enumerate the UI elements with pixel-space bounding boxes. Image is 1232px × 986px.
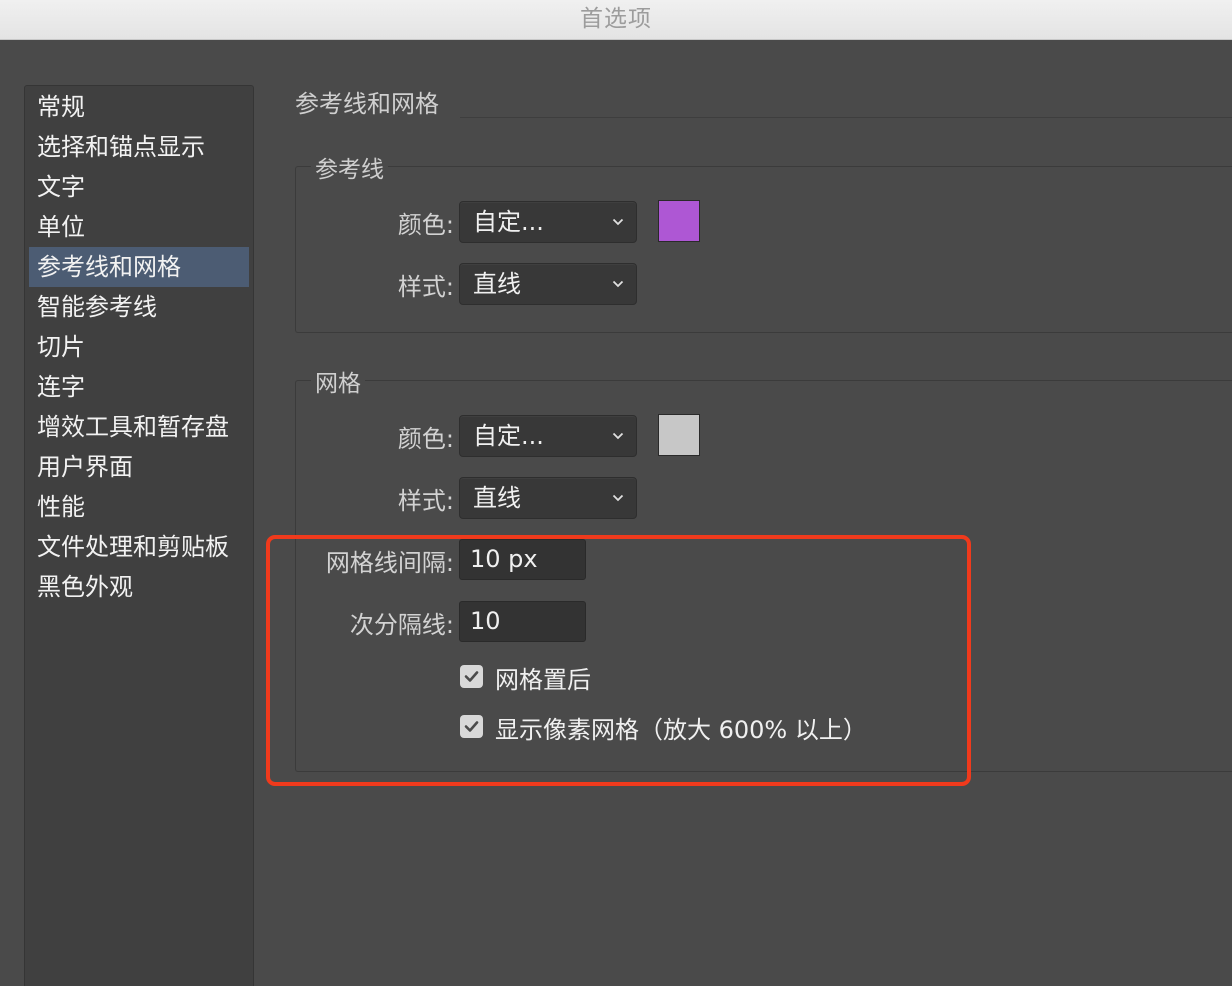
guides-group (295, 166, 1232, 333)
grid-style-dropdown[interactable]: 直线 (459, 477, 637, 519)
chevron-down-icon (612, 280, 624, 288)
grid-color-label: 颜色: (397, 425, 454, 453)
grid-color-dropdown[interactable]: 自定... (459, 415, 637, 457)
sidebar-item-type[interactable]: 文字 (25, 167, 253, 207)
sidebar-item-smart-guides[interactable]: 智能参考线 (25, 287, 253, 327)
sidebar-item-performance[interactable]: 性能 (25, 487, 253, 527)
grid-color-value: 自定... (473, 422, 544, 450)
guides-color-swatch[interactable] (658, 200, 700, 242)
highlight-annotation (266, 535, 971, 786)
guides-group-label: 参考线 (311, 150, 388, 184)
guides-style-dropdown[interactable]: 直线 (459, 263, 637, 305)
chevron-down-icon (612, 218, 624, 226)
chevron-down-icon (612, 494, 624, 502)
window-title: 首选项 (580, 6, 652, 32)
sidebar-item-general[interactable]: 常规 (25, 87, 253, 127)
guides-style-value: 直线 (473, 270, 521, 298)
sidebar-item-plugins-scratch-disks[interactable]: 增效工具和暂存盘 (25, 407, 253, 447)
title-divider (460, 117, 1232, 118)
sidebar-item-user-interface[interactable]: 用户界面 (25, 447, 253, 487)
guides-color-label: 颜色: (397, 211, 454, 239)
sidebar-item-hyphenation[interactable]: 连字 (25, 367, 253, 407)
guides-color-value: 自定... (473, 208, 544, 236)
sidebar-item-guides-grid[interactable]: 参考线和网格 (29, 247, 249, 287)
sidebar-item-selection-anchor-display[interactable]: 选择和锚点显示 (25, 127, 253, 167)
guides-style-label: 样式: (397, 273, 454, 301)
panel-title: 参考线和网格 (295, 90, 439, 118)
sidebar-item-file-handling-clipboard[interactable]: 文件处理和剪贴板 (25, 527, 253, 567)
guides-color-dropdown[interactable]: 自定... (459, 201, 637, 243)
window-titlebar: 首选项 (0, 0, 1232, 40)
sidebar-item-units[interactable]: 单位 (25, 207, 253, 247)
chevron-down-icon (612, 432, 624, 440)
sidebar-item-slices[interactable]: 切片 (25, 327, 253, 367)
sidebar-item-appearance-of-black[interactable]: 黑色外观 (25, 567, 253, 607)
grid-color-swatch[interactable] (658, 414, 700, 456)
grid-group-label: 网格 (311, 364, 365, 398)
grid-style-label: 样式: (397, 487, 454, 515)
grid-style-value: 直线 (473, 484, 521, 512)
preferences-sidebar: 常规 选择和锚点显示 文字 单位 参考线和网格 智能参考线 切片 连字 增效工具… (24, 85, 254, 986)
